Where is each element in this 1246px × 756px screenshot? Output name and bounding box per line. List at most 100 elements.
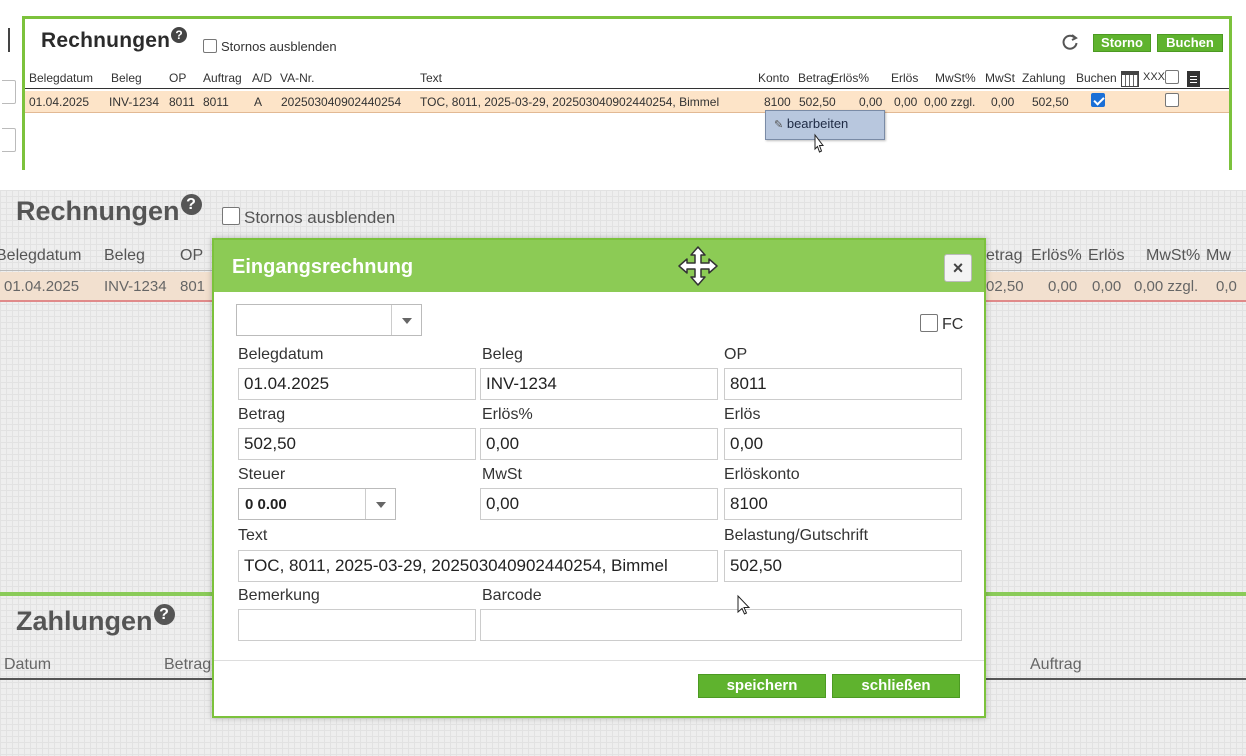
steuer-select[interactable]: 0 0.00 bbox=[238, 488, 396, 520]
mwst-field[interactable]: 0,00 bbox=[480, 488, 718, 520]
bg-cell: 02,50 bbox=[986, 278, 1024, 295]
col-header[interactable]: Betrag bbox=[798, 71, 833, 85]
col-header[interactable]: Zahlung bbox=[1022, 71, 1065, 85]
cell-mwst-pct: 0,00 zzgl. bbox=[924, 95, 976, 109]
col-header[interactable]: VA-Nr. bbox=[280, 71, 314, 85]
fc-toggle[interactable]: FC bbox=[920, 314, 963, 334]
col-header[interactable]: MwSt bbox=[985, 71, 1015, 85]
belegdatum-field[interactable]: 01.04.2025 bbox=[238, 368, 476, 400]
col-header[interactable]: MwSt% bbox=[935, 71, 976, 85]
payments-col: Datum bbox=[4, 656, 52, 673]
bg-title-text: Rechnungen bbox=[16, 196, 180, 226]
bg-col: MwSt% bbox=[1146, 247, 1201, 264]
type-select[interactable] bbox=[236, 304, 422, 336]
bg-title: Rechnungen? bbox=[16, 194, 202, 227]
col-header[interactable]: Beleg bbox=[111, 71, 142, 85]
erloes-pct-field[interactable]: 0,00 bbox=[480, 428, 718, 460]
bg-col: OP bbox=[180, 247, 204, 264]
select-all-checkbox[interactable] bbox=[1165, 70, 1179, 84]
invoices-panel-top: Rechnungen? Stornos ausblenden Storno Bu… bbox=[0, 0, 1246, 176]
bemerkung-field[interactable] bbox=[238, 609, 476, 641]
buchen-button[interactable]: Buchen bbox=[1157, 34, 1223, 52]
fc-label: FC bbox=[942, 316, 964, 333]
hide-storno-checkbox[interactable] bbox=[203, 39, 217, 53]
bg-col: Erlös% bbox=[1031, 247, 1082, 264]
cell-auftrag: 8011 bbox=[203, 95, 229, 109]
dialog-title: Eingangsrechnung bbox=[232, 256, 414, 278]
dialog-header[interactable]: Eingangsrechnung × bbox=[214, 240, 984, 292]
col-header[interactable]: Auftrag bbox=[203, 71, 242, 85]
bg-cell: 801 bbox=[180, 278, 206, 295]
bg-cell: 0,0 bbox=[1216, 278, 1237, 295]
buchen-checkbox[interactable] bbox=[1091, 93, 1105, 107]
bg-col: Belegdatum bbox=[0, 247, 82, 264]
col-header[interactable]: Erlös bbox=[891, 71, 918, 85]
col-header[interactable]: OP bbox=[169, 71, 186, 85]
bg-cell: 0,00 zzgl. bbox=[1134, 278, 1199, 295]
label-betrag: Betrag bbox=[238, 406, 286, 423]
steuer-value: 0 0.00 bbox=[245, 496, 287, 513]
cell-erloes-pct: 0,00 bbox=[859, 95, 883, 109]
close-button[interactable]: schließen bbox=[832, 674, 960, 698]
col-header[interactable]: Buchen bbox=[1076, 71, 1117, 85]
close-icon[interactable]: × bbox=[944, 254, 972, 282]
belastung-field[interactable]: 502,50 bbox=[724, 550, 962, 582]
betrag-field[interactable]: 502,50 bbox=[238, 428, 476, 460]
cell-ad: A bbox=[254, 95, 263, 109]
mouse-cursor-icon bbox=[814, 133, 825, 153]
hide-storno-toggle[interactable]: Stornos ausblenden bbox=[203, 39, 337, 54]
storno-button[interactable]: Storno bbox=[1093, 34, 1151, 52]
label-text: Text bbox=[238, 527, 268, 544]
col-header[interactable]: Konto bbox=[758, 71, 789, 85]
beleg-field[interactable]: INV-1234 bbox=[480, 368, 718, 400]
bg-hide-storno-label: Stornos ausblenden bbox=[244, 208, 396, 227]
mouse-cursor-icon bbox=[737, 594, 751, 615]
table-row[interactable]: 01.04.2025 INV-1234 8011 8011 A 20250304… bbox=[25, 91, 1229, 113]
bg-checkbox bbox=[222, 207, 240, 225]
move-icon[interactable] bbox=[676, 244, 720, 288]
bg-col: Mw bbox=[1206, 247, 1231, 264]
bg-cell: 01.04.2025 bbox=[4, 278, 80, 295]
edit-menu-item[interactable]: bearbeiten bbox=[787, 116, 848, 131]
incoming-invoice-dialog[interactable]: Eingangsrechnung × FC Belegdatum Beleg O… bbox=[212, 238, 986, 718]
label-beleg: Beleg bbox=[482, 346, 523, 363]
payments-title-text: Zahlungen bbox=[16, 606, 153, 636]
help-icon: ? bbox=[153, 604, 175, 625]
cell-erloes: 0,00 bbox=[894, 95, 918, 109]
label-erloeskonto: Erlöskonto bbox=[724, 466, 800, 483]
chevron-down-icon bbox=[391, 305, 421, 335]
cell-text: TOC, 8011, 2025-03-29, 20250304090244025… bbox=[420, 95, 720, 109]
col-header[interactable]: Belegdatum bbox=[29, 71, 93, 85]
cell-zahlung: 502,50 bbox=[1032, 95, 1069, 109]
invoices-frame: Rechnungen? Stornos ausblenden Storno Bu… bbox=[22, 16, 1232, 170]
label-belastung: Belastung/Gutschrift bbox=[724, 527, 869, 544]
document-icon[interactable] bbox=[1187, 71, 1200, 87]
text-field[interactable]: TOC, 8011, 2025-03-29, 20250304090244025… bbox=[238, 550, 718, 582]
cell-op: 8011 bbox=[169, 95, 195, 109]
cell-beleg: INV-1234 bbox=[109, 95, 160, 109]
op-field[interactable]: 8011 bbox=[724, 368, 962, 400]
barcode-field[interactable] bbox=[480, 609, 962, 641]
col-header[interactable]: XXX bbox=[1143, 71, 1165, 83]
xxx-checkbox[interactable] bbox=[1165, 93, 1179, 107]
cell-mwst: 0,00 bbox=[991, 95, 1015, 109]
fc-checkbox[interactable] bbox=[920, 314, 938, 332]
panel-title-text: Rechnungen bbox=[41, 29, 171, 52]
help-icon[interactable]: ? bbox=[171, 27, 188, 43]
left-edge-stub bbox=[0, 20, 16, 170]
erloeskonto-field[interactable]: 8100 bbox=[724, 488, 962, 520]
refresh-icon[interactable] bbox=[1061, 33, 1079, 56]
cell-belegdatum: 01.04.2025 bbox=[29, 95, 90, 109]
label-mwst: MwSt bbox=[482, 466, 522, 483]
col-header[interactable]: Erlös% bbox=[831, 71, 869, 85]
calendar-icon[interactable] bbox=[1121, 71, 1139, 87]
help-icon: ? bbox=[180, 194, 202, 215]
col-header[interactable]: A/D bbox=[252, 71, 272, 85]
save-button[interactable]: speichern bbox=[698, 674, 826, 698]
erloes-field[interactable]: 0,00 bbox=[724, 428, 962, 460]
bg-col: Erlös bbox=[1088, 247, 1125, 264]
divider bbox=[8, 28, 10, 52]
label-steuer: Steuer bbox=[238, 466, 286, 483]
col-header[interactable]: Text bbox=[420, 71, 442, 85]
bg-col: etrag bbox=[986, 247, 1023, 264]
